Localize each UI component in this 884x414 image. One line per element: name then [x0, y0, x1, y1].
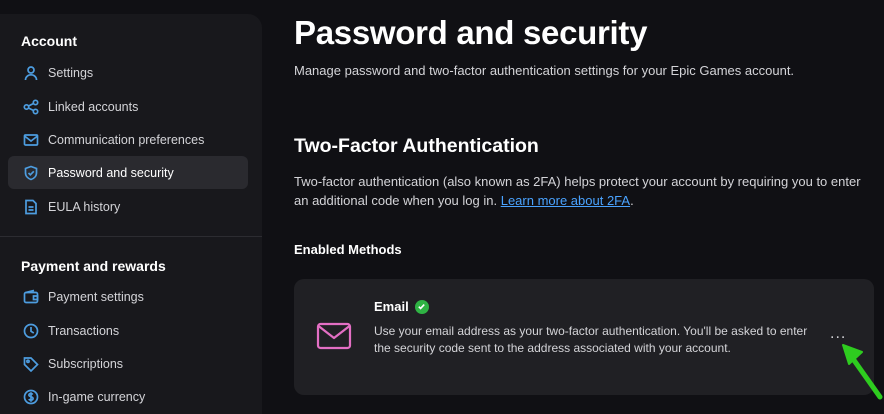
email-method-title: Email: [374, 299, 429, 314]
sidebar-item-subscriptions[interactable]: Subscriptions: [8, 347, 248, 380]
sidebar-item-label: Subscriptions: [48, 356, 124, 371]
wallet-icon: [22, 288, 40, 306]
page-title: Password and security: [294, 14, 648, 51]
learn-more-2fa-link[interactable]: Learn more about 2FA: [501, 193, 630, 208]
page-subtitle: Manage password and two-factor authentic…: [294, 63, 795, 78]
sidebar-item-settings[interactable]: Settings: [8, 56, 248, 89]
sidebar-item-label: EULA history: [48, 199, 121, 214]
tag-icon: [22, 355, 40, 373]
clock-icon: [22, 322, 40, 340]
sidebar-item-label: Settings: [48, 65, 94, 80]
sidebar-item-label: In-game currency: [48, 389, 146, 404]
sidebar-divider: [0, 236, 262, 237]
document-icon: [22, 198, 40, 216]
coin-icon: [22, 388, 40, 406]
sidebar-item-password-and-security[interactable]: Password and security: [8, 156, 248, 189]
sidebar-item-label: Payment settings: [48, 289, 144, 304]
annotation-arrow-icon: [842, 344, 883, 400]
sidebar-item-eula-history[interactable]: EULA history: [8, 190, 248, 223]
tfa-description-period: .: [630, 193, 634, 208]
sidebar-item-linked-accounts[interactable]: Linked accounts: [8, 90, 248, 123]
account-section-title: Account: [21, 33, 77, 49]
tfa-description: Two-factor authentication (also known as…: [294, 172, 874, 210]
sidebar-item-transactions[interactable]: Transactions: [8, 314, 248, 347]
email-method-label: Email: [374, 299, 409, 314]
sidebar-item-communication-preferences[interactable]: Communication preferences: [8, 123, 248, 156]
payment-section-title: Payment and rewards: [21, 258, 166, 274]
email-method-card: Email Use your email address as your two…: [294, 279, 874, 395]
sidebar-item-in-game-currency[interactable]: In-game currency: [8, 380, 248, 413]
mail-icon: [22, 131, 40, 149]
email-method-description: Use your email address as your two-facto…: [374, 324, 808, 355]
sidebar-item-label: Transactions: [48, 323, 120, 338]
share-icon: [22, 98, 40, 116]
sidebar-item-label: Linked accounts: [48, 99, 139, 114]
envelope-icon: [316, 321, 352, 356]
sidebar: Account Settings Linked accounts Communi…: [0, 14, 262, 414]
shield-icon: [22, 164, 40, 182]
sidebar-item-payment-settings[interactable]: Payment settings: [8, 280, 248, 313]
tfa-heading: Two-Factor Authentication: [294, 135, 539, 157]
verified-check-icon: [414, 299, 429, 314]
enabled-methods-heading: Enabled Methods: [294, 242, 402, 257]
sidebar-item-label: Password and security: [48, 165, 174, 180]
user-icon: [22, 64, 40, 82]
sidebar-item-label: Communication preferences: [48, 132, 205, 147]
